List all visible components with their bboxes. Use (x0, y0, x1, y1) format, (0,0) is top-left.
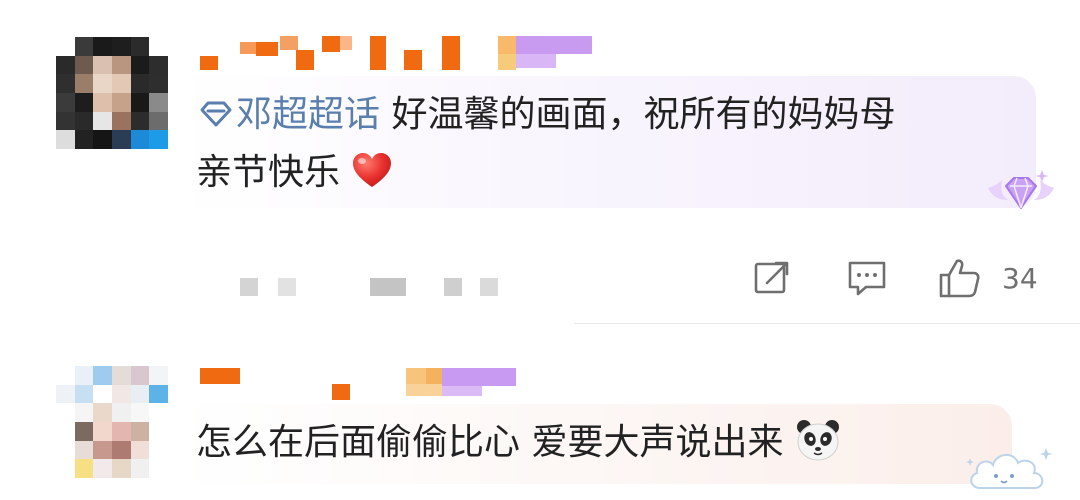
diamond-fan-badge-icon (988, 170, 1054, 209)
share-edit-icon (754, 261, 789, 294)
like-button[interactable]: 34 (938, 255, 1038, 301)
heart-emoji-icon (353, 153, 392, 187)
comment-divider (574, 323, 1080, 324)
username-obscured[interactable] (200, 36, 600, 76)
comment-body: 好温馨的画面，祝所有的妈妈母 (391, 94, 896, 135)
diamond-icon (200, 101, 232, 127)
avatar[interactable] (56, 37, 168, 149)
comment-body-line2: 亲节快乐 (196, 152, 341, 193)
super-topic-link[interactable]: 邓超超话 (196, 94, 380, 135)
comment-icon (848, 261, 886, 296)
avatar[interactable] (56, 366, 168, 478)
thumbs-up-icon (939, 259, 980, 298)
comment-meta-obscured (240, 278, 500, 298)
comment-body: 怎么在后面偷偷比心 爱要大声说出来 (196, 422, 784, 463)
topic-name: 邓超超话 (236, 94, 381, 135)
panda-emoji-icon (796, 420, 839, 461)
comment-text: 怎么在后面偷偷比心 爱要大声说出来 (196, 414, 1016, 472)
reply-button[interactable] (846, 255, 888, 301)
like-count: 34 (1002, 261, 1038, 295)
repost-button[interactable] (752, 255, 792, 301)
cloud-sticker-icon (966, 448, 1053, 489)
comment-text: 邓超超话 好温馨的画面，祝所有的妈妈母 亲节快乐 (196, 86, 1036, 202)
username-obscured[interactable] (200, 366, 540, 406)
